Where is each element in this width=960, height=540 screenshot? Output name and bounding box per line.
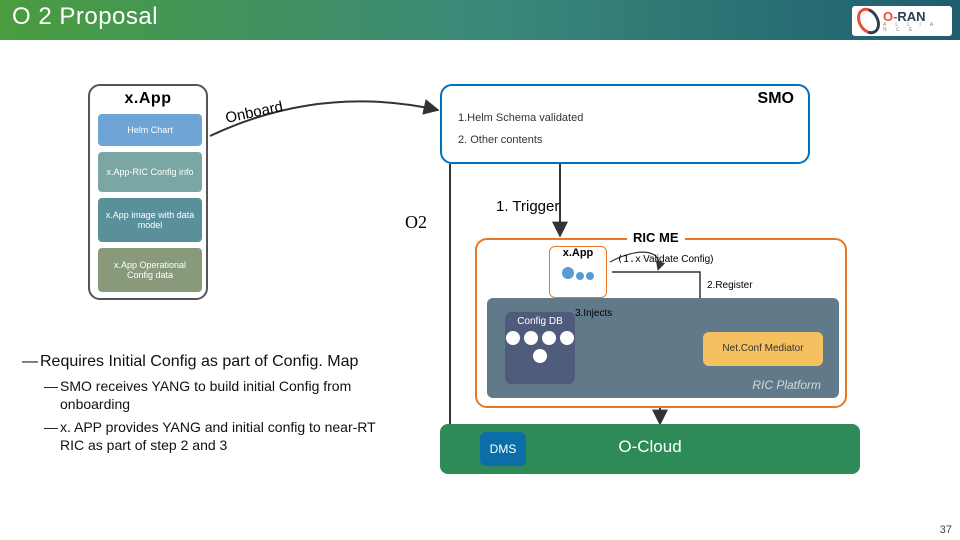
- oran-logo-ring-icon: [852, 4, 884, 39]
- xapp-title: x.App: [90, 90, 206, 108]
- label-trigger: 1. Trigger: [496, 198, 559, 215]
- ric-step-1x: (1.xValidate Config): [617, 254, 714, 265]
- narrative-main: Requires Initial Config as part of Confi…: [40, 352, 402, 372]
- label-o2: O2: [405, 212, 427, 233]
- card-helm-chart: Helm Chart: [98, 114, 202, 146]
- db-cluster-icon: [505, 331, 575, 363]
- ric-me-title: RIC ME: [627, 230, 685, 245]
- smo-step-2: 2. Other contents: [458, 134, 542, 146]
- card-xapp-ric-config: x.App-RIC Config info: [98, 152, 202, 192]
- smo-box: SMO 1.Helm Schema validated 2. Other con…: [440, 84, 810, 164]
- oran-logo: O-RAN A L L I A N C E: [852, 6, 952, 36]
- ric-me-box: RIC ME x.App (1.xValidate Config) 2.Regi…: [475, 238, 847, 408]
- narrative-sub-a: SMO receives YANG to build initial Confi…: [60, 378, 402, 413]
- pod-cluster-icon: [550, 267, 606, 280]
- config-db: Config DB: [505, 312, 575, 384]
- xapp-container: x.App Helm Chart x.App-RIC Config info x…: [88, 84, 208, 300]
- card-xapp-ops-config: x.App Operational Config data: [98, 248, 202, 292]
- page-number: 37: [940, 524, 952, 536]
- ric-platform: Config DB Net.Conf Mediator RIC Platform: [487, 298, 839, 398]
- slide-title: O 2 Proposal: [12, 3, 158, 31]
- smo-title: SMO: [758, 90, 794, 108]
- smo-step-1: 1.Helm Schema validated: [458, 112, 583, 124]
- narrative-sub-b: x. APP provides YANG and initial config …: [60, 419, 402, 454]
- netconf-mediator: Net.Conf Mediator: [703, 332, 823, 366]
- xapp-instance: x.App: [549, 246, 607, 298]
- ric-step-3: 3.Injects: [575, 308, 612, 319]
- dms-box: DMS: [480, 432, 526, 466]
- card-xapp-image: x.App image with data model: [98, 198, 202, 242]
- ric-step-2: 2.Register: [707, 280, 753, 291]
- label-onboard: Onboard: [224, 98, 285, 127]
- narrative-text: — Requires Initial Config as part of Con…: [22, 352, 402, 460]
- ric-platform-label: RIC Platform: [752, 378, 821, 392]
